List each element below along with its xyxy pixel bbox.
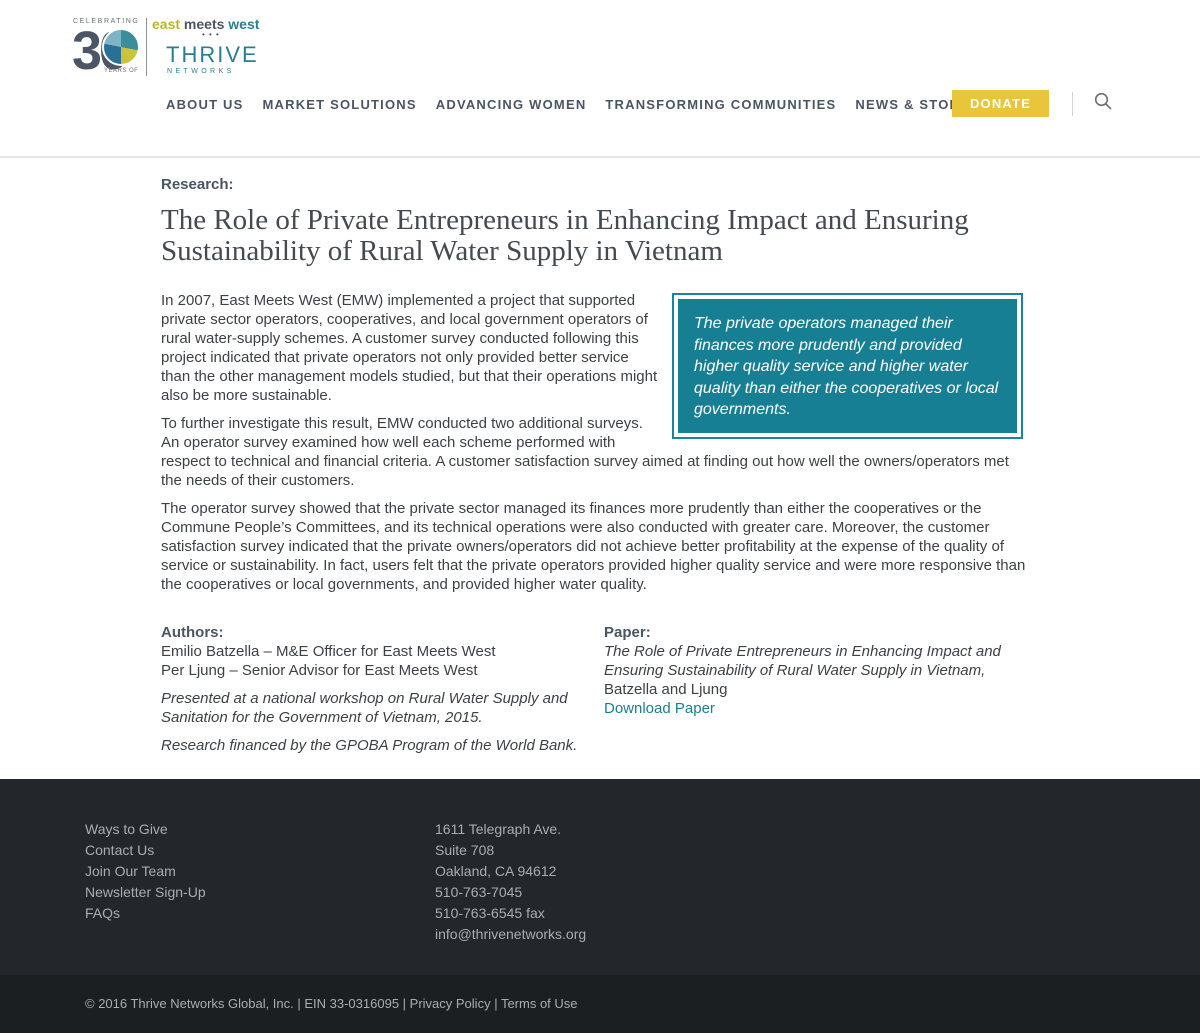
address-email-link[interactable]: info@thrivenetworks.org bbox=[435, 924, 586, 945]
logo-thrive-text: THRIVE bbox=[166, 42, 259, 67]
logo-divider bbox=[146, 18, 147, 76]
footer-link-ways-to-give[interactable]: Ways to Give bbox=[85, 819, 206, 840]
address-fax: 510-763-6545 fax bbox=[435, 905, 545, 921]
site-footer: Ways to Give Contact Us Join Our Team Ne… bbox=[0, 779, 1200, 975]
nav-market-solutions[interactable]: MARKET SOLUTIONS bbox=[263, 97, 417, 112]
article-meta: Authors: Emilio Batzella – M&E Officer f… bbox=[161, 623, 1031, 755]
authors-section: Authors: Emilio Batzella – M&E Officer f… bbox=[161, 623, 604, 755]
donate-button[interactable]: DONATE bbox=[952, 90, 1049, 117]
nav-about-us[interactable]: ABOUT US bbox=[166, 97, 244, 112]
paper-title: The Role of Private Entrepreneurs in Enh… bbox=[604, 643, 1001, 679]
address-suite: Suite 708 bbox=[435, 842, 495, 858]
footer-link-faqs[interactable]: FAQs bbox=[85, 903, 206, 924]
search-icon[interactable] bbox=[1094, 92, 1112, 110]
download-paper-link[interactable]: Download Paper bbox=[604, 699, 1024, 718]
nav-transforming-communities[interactable]: TRANSFORMING COMMUNITIES bbox=[605, 97, 836, 112]
financed-note: Research financed by the GPOBA Program o… bbox=[161, 737, 578, 754]
logo-years-of-text: YEARS OF bbox=[104, 68, 139, 74]
pull-quote: The private operators managed their fina… bbox=[672, 293, 1023, 439]
footer-link-contact-us[interactable]: Contact Us bbox=[85, 840, 206, 861]
site-logo[interactable]: CELEBRATING 30 YEARS OF east meets west … bbox=[72, 16, 272, 78]
footer-address: 1611 Telegraph Ave. Suite 708 Oakland, C… bbox=[435, 819, 586, 945]
logo-globe-icon bbox=[102, 28, 140, 66]
logo-west: west bbox=[228, 16, 260, 32]
nav-separator bbox=[1072, 92, 1073, 116]
footer-link-newsletter[interactable]: Newsletter Sign-Up bbox=[85, 882, 206, 903]
terms-of-use-link[interactable]: Terms of Use bbox=[501, 996, 578, 1011]
pull-quote-text: The private operators managed their fina… bbox=[676, 297, 1019, 435]
site-header: CELEBRATING 30 YEARS OF east meets west … bbox=[0, 0, 1200, 158]
article: Research: The Role of Private Entreprene… bbox=[161, 176, 1031, 755]
paper-authors: Batzella and Ljung bbox=[604, 681, 728, 698]
logo-networks-text: NETWORKS bbox=[167, 68, 235, 75]
paper-label: Paper: bbox=[604, 624, 651, 641]
main-nav: ABOUT US MARKET SOLUTIONS ADVANCING WOME… bbox=[166, 90, 1004, 118]
footer-links: Ways to Give Contact Us Join Our Team Ne… bbox=[85, 819, 206, 924]
paper-citation: The Role of Private Entrepreneurs in Enh… bbox=[604, 642, 1024, 699]
authors-label: Authors: bbox=[161, 624, 224, 641]
nav-advancing-women[interactable]: ADVANCING WOMEN bbox=[436, 97, 587, 112]
copyright-bar: © 2016 Thrive Networks Global, Inc. | EI… bbox=[0, 975, 1200, 1033]
logo-east: east bbox=[152, 16, 181, 32]
article-paragraph: The operator survey showed that the priv… bbox=[161, 500, 1026, 593]
privacy-policy-link[interactable]: Privacy Policy bbox=[410, 996, 491, 1011]
copyright-sep: | bbox=[490, 996, 501, 1011]
address-street: 1611 Telegraph Ave. bbox=[435, 821, 562, 837]
page-title: The Role of Private Entrepreneurs in Enh… bbox=[161, 204, 969, 267]
author-line: Per Ljung – Senior Advisor for East Meet… bbox=[161, 662, 478, 679]
paper-section: Paper: The Role of Private Entrepreneurs… bbox=[604, 623, 1024, 755]
copyright-text: © 2016 Thrive Networks Global, Inc. | EI… bbox=[85, 996, 410, 1011]
author-line: Emilio Batzella – M&E Officer for East M… bbox=[161, 643, 496, 660]
address-phone: 510-763-7045 bbox=[435, 884, 523, 900]
address-city: Oakland, CA 94612 bbox=[435, 863, 557, 879]
footer-link-join-our-team[interactable]: Join Our Team bbox=[85, 861, 206, 882]
article-kicker: Research: bbox=[161, 176, 234, 193]
logo-dots: • • • bbox=[202, 30, 220, 39]
presented-note: Presented at a national workshop on Rura… bbox=[161, 690, 568, 726]
